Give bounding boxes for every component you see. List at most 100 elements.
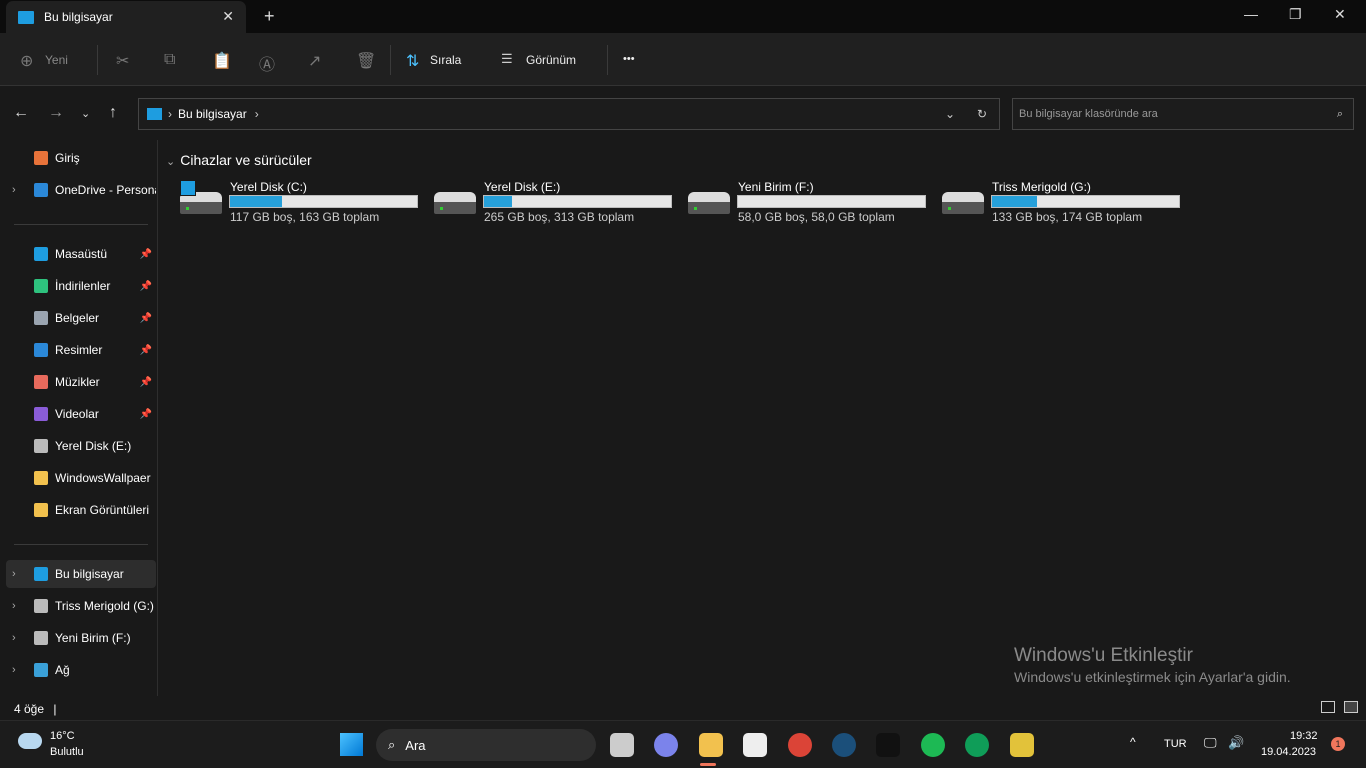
app-tool-icon[interactable] <box>1009 733 1034 757</box>
refresh-icon[interactable]: ↻ <box>977 107 987 121</box>
back-button[interactable]: ← <box>13 104 29 122</box>
rename-icon[interactable]: Ⓐ <box>259 51 275 75</box>
navigation-pane: Giriş › OneDrive - Persona Masaüstü 📌 İndiril… <box>0 140 158 696</box>
drive-capacity: 133 GB boş, 174 GB toplam <box>992 210 1143 224</box>
delete-icon[interactable]: 🗑 <box>356 51 376 71</box>
maximize-button[interactable]: ❐ <box>1289 6 1302 23</box>
sidebar-item-label: Resimler <box>55 343 103 357</box>
sidebar-item-label: Giriş <box>55 151 80 165</box>
start-icon[interactable] <box>340 733 363 756</box>
recent-dropdown[interactable]: ⌄ <box>81 107 90 120</box>
tab-bu-bilgisayar[interactable]: Bu bilgisayar ✕ <box>6 1 246 33</box>
drive-tile[interactable]: Yerel Disk (E:) 265 GB boş, 313 GB toplam <box>432 178 682 228</box>
sidebar-item-label: Masaüstü <box>55 247 108 261</box>
network-icon[interactable]: 🖵 <box>1204 735 1217 751</box>
chevron-right-icon[interactable]: › <box>12 568 16 580</box>
sidebar-item-label: İndirilenler <box>55 279 111 293</box>
group-header[interactable]: ⌄ Cihazlar ve sürücüler <box>166 152 312 168</box>
search-input[interactable]: Bu bilgisayar klasöründe ara ⌕ <box>1012 98 1354 130</box>
details-view-icon[interactable] <box>1321 701 1335 713</box>
chevron-right-icon[interactable]: › <box>12 600 16 612</box>
file-explorer-icon[interactable] <box>698 733 723 757</box>
chrome-profile-icon[interactable] <box>965 733 990 757</box>
minimize-button[interactable]: — <box>1244 6 1258 22</box>
sidebar-item[interactable]: Yerel Disk (E:) <box>6 432 156 460</box>
sidebar-item[interactable]: Masaüstü 📌 <box>6 240 156 268</box>
clock-date[interactable]: 19.04.2023 <box>1261 746 1316 758</box>
command-bar: ⊕ Yeni ✂ ⧉ 📋 Ⓐ ↗ 🗑 ⇅ Sırala ☰ Görünüm ••… <box>0 33 1366 86</box>
paste-icon[interactable]: 📋 <box>212 51 232 71</box>
show-hidden-icons[interactable]: ^ <box>1130 735 1136 749</box>
chevron-right-icon[interactable]: › <box>12 632 16 644</box>
sidebar-item[interactable]: Ekran Görüntüleri <box>6 496 156 524</box>
hard-drive-icon <box>688 192 730 214</box>
sidebar-item[interactable]: Videolar 📌 <box>6 400 156 428</box>
sidebar-item[interactable]: › Bu bilgisayar <box>6 560 156 588</box>
clock-time[interactable]: 19:32 <box>1290 730 1318 742</box>
tiles-view-icon[interactable] <box>1344 701 1358 713</box>
sidebar-item[interactable]: Giriş <box>6 144 156 172</box>
teams-icon[interactable] <box>654 733 679 757</box>
language-indicator[interactable]: TUR <box>1164 738 1187 750</box>
drive-name: Triss Merigold (G:) <box>992 180 1091 194</box>
task-view-icon[interactable] <box>610 733 634 757</box>
pin-icon: 📌 <box>139 344 152 356</box>
weather-desc[interactable]: Bulutlu <box>50 746 84 758</box>
chevron-right-icon[interactable]: › <box>12 184 16 196</box>
drive-tile[interactable]: Triss Merigold (G:) 133 GB boş, 174 GB to… <box>940 178 1190 228</box>
steam-icon[interactable] <box>832 733 856 757</box>
taskbar: 16°C Bulutlu ⌕ Ara ^ TUR 🖵 🔊 19:32 19.04.… <box>0 720 1366 768</box>
spotify-icon[interactable] <box>920 733 945 757</box>
sidebar-item[interactable]: İndirilenler 📌 <box>6 272 156 300</box>
up-button[interactable]: ↑ <box>109 104 117 122</box>
taskbar-search[interactable]: ⌕ Ara <box>376 729 596 761</box>
sidebar-item[interactable]: › Yeni Birim (F:) <box>6 624 156 652</box>
sidebar-item[interactable]: Belgeler 📌 <box>6 304 156 332</box>
weather-temp[interactable]: 16°C <box>50 730 75 742</box>
hard-drive-icon <box>942 192 984 214</box>
copy-icon[interactable]: ⧉ <box>164 51 175 69</box>
chevron-right-icon[interactable]: › <box>12 664 16 676</box>
notification-badge[interactable]: 1 <box>1331 737 1345 751</box>
address-dropdown-icon[interactable]: ⌄ <box>945 107 955 121</box>
folder-icon <box>34 663 48 677</box>
view-button[interactable]: Görünüm <box>526 53 576 67</box>
folder-icon <box>34 503 48 517</box>
share-icon[interactable]: ↗ <box>308 51 321 71</box>
sidebar-item[interactable]: Müzikler 📌 <box>6 368 156 396</box>
volume-icon[interactable]: 🔊 <box>1228 735 1244 751</box>
cut-icon[interactable]: ✂ <box>116 51 129 71</box>
folder-icon <box>34 631 48 645</box>
close-button[interactable]: ✕ <box>1334 6 1346 23</box>
folder-icon <box>34 247 48 261</box>
more-button[interactable]: ••• <box>623 53 635 65</box>
chrome-icon[interactable] <box>787 733 812 757</box>
new-button[interactable]: Yeni <box>45 53 68 67</box>
sidebar-item[interactable]: › OneDrive - Persona <box>6 176 156 204</box>
epic-games-icon[interactable] <box>876 733 901 757</box>
activation-subtitle: Windows'u etkinleştirmek için Ayarlar'a … <box>1014 669 1291 685</box>
sidebar-item-label: Bu bilgisayar <box>55 567 124 581</box>
drive-tile[interactable]: Yeni Birim (F:) 58,0 GB boş, 58,0 GB topl… <box>686 178 936 228</box>
computer-icon <box>147 108 162 120</box>
folder-icon <box>34 567 48 581</box>
address-bar[interactable]: › Bu bilgisayar › ⌄ ↻ <box>138 98 1000 130</box>
sort-button[interactable]: Sırala <box>430 53 461 67</box>
forward-button[interactable]: → <box>48 104 64 122</box>
breadcrumb-bu-bilgisayar[interactable]: Bu bilgisayar <box>178 107 247 121</box>
sidebar-item[interactable]: › Triss Merigold (G:) <box>6 592 156 620</box>
sidebar-item[interactable]: WindowsWallpaer <box>6 464 156 492</box>
folder-icon <box>34 439 48 453</box>
microsoft-store-icon[interactable] <box>743 733 768 757</box>
close-tab-icon[interactable]: ✕ <box>222 8 234 25</box>
drive-usage-fill <box>230 196 283 207</box>
new-tab-button[interactable]: + <box>264 6 275 27</box>
sidebar-item-label: Triss Merigold (G:) <box>55 599 154 613</box>
sidebar-item-label: WindowsWallpaer <box>55 471 151 485</box>
folder-icon <box>34 279 48 293</box>
drive-tile[interactable]: Yerel Disk (C:) 117 GB boş, 163 GB toplam <box>178 178 428 228</box>
drive-name: Yeni Birim (F:) <box>738 180 814 194</box>
sidebar-item[interactable]: › Ağ <box>6 656 156 684</box>
tab-title: Bu bilgisayar <box>44 10 113 24</box>
sidebar-item[interactable]: Resimler 📌 <box>6 336 156 364</box>
